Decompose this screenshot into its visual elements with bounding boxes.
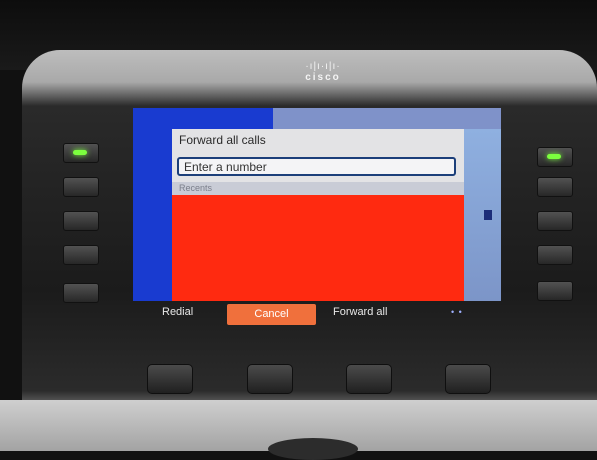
dialog-title: Forward all calls — [179, 133, 266, 147]
cisco-logo-bars-icon: ·ı|ı·ı|ı· — [305, 61, 341, 72]
line-key-left-1[interactable] — [63, 143, 99, 163]
line-key-right-2[interactable] — [537, 177, 573, 197]
softkey-button-3[interactable] — [346, 364, 392, 394]
screen-header-bar — [273, 108, 501, 130]
page-indicator-icon: • • — [451, 307, 463, 317]
line-key-right-3[interactable] — [537, 211, 573, 231]
line-key-left-5[interactable] — [63, 283, 99, 303]
side-panel-indicator-icon — [484, 210, 492, 220]
forward-calls-dialog: Forward all calls Recents — [172, 129, 464, 301]
line-key-led-icon — [547, 154, 561, 159]
line-key-right-5[interactable] — [537, 281, 573, 301]
phone-screen: Forward all calls Recents — [133, 108, 501, 301]
screen-side-panel — [464, 129, 501, 301]
recents-header: Recents — [172, 182, 464, 195]
softkey-button-4[interactable] — [445, 364, 491, 394]
line-key-led-icon — [73, 150, 87, 155]
phone-number-input[interactable] — [177, 157, 456, 176]
cisco-logo-text: cisco — [305, 72, 341, 83]
softkey-button-1[interactable] — [147, 364, 193, 394]
softkey-forward-all-label[interactable]: Forward all — [333, 306, 387, 318]
line-key-right-1[interactable] — [537, 147, 573, 167]
softkey-button-2[interactable] — [247, 364, 293, 394]
line-key-left-3[interactable] — [63, 211, 99, 231]
softkey-redial-label[interactable]: Redial — [162, 306, 193, 318]
cisco-logo: ·ı|ı·ı|ı· cisco — [293, 62, 353, 84]
softkey-cancel-label[interactable]: Cancel — [227, 304, 316, 325]
recents-list[interactable] — [172, 195, 464, 301]
line-key-left-2[interactable] — [63, 177, 99, 197]
handset-cradle — [268, 438, 358, 460]
line-key-left-4[interactable] — [63, 245, 99, 265]
line-key-right-4[interactable] — [537, 245, 573, 265]
